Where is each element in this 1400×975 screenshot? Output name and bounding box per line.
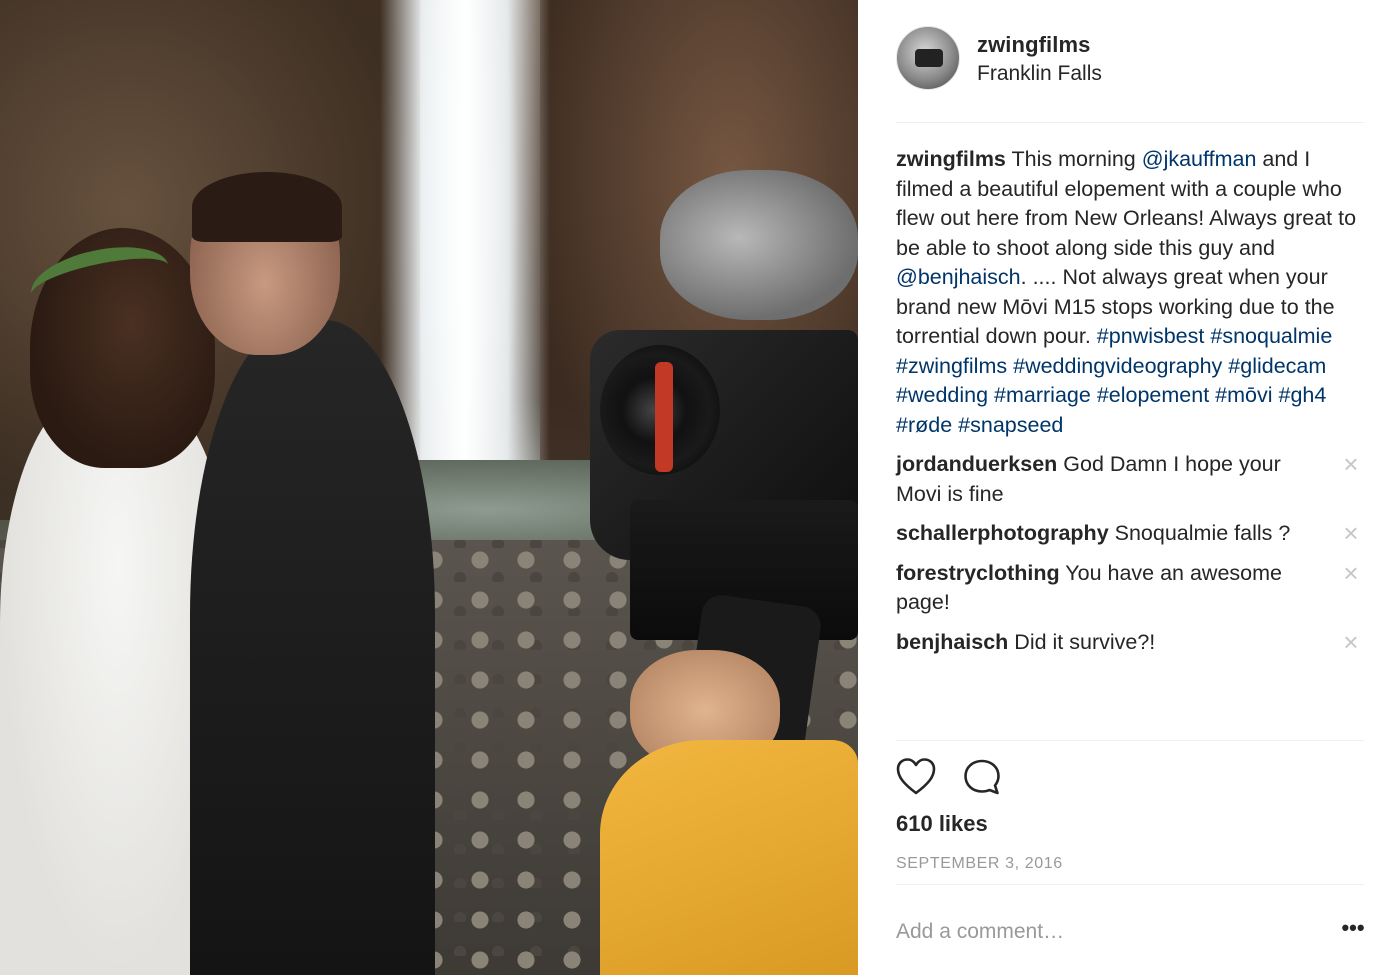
comments-divider	[896, 740, 1364, 741]
caption-link[interactable]: #snapseed	[958, 413, 1063, 437]
caption-link[interactable]: #marriage	[994, 383, 1091, 407]
caption-username[interactable]: zwingfilms	[896, 147, 1006, 171]
comment-username[interactable]: schallerphotography	[896, 521, 1109, 545]
caption-link[interactable]: #zwingfilms	[896, 354, 1007, 378]
caption-link[interactable]: #glidecam	[1228, 354, 1326, 378]
post-date: SEPTEMBER 3, 2016	[896, 855, 1063, 872]
caption-text: This morning	[1011, 147, 1142, 171]
comment-username[interactable]: benjhaisch	[896, 630, 1008, 654]
comment-bubble-icon[interactable]	[962, 758, 1002, 796]
caption-link[interactable]: #røde	[896, 413, 952, 437]
close-icon[interactable]: ×	[1338, 451, 1364, 478]
caption-link[interactable]: #elopement	[1097, 383, 1209, 407]
comment-item: benjhaisch Did it survive?! ×	[896, 628, 1366, 658]
lens-ring	[655, 362, 673, 472]
yellow-jacket-sleeve	[600, 740, 858, 975]
avatar[interactable]	[896, 26, 960, 90]
comment-thread: jordanduerksen God Damn I hope your Movi…	[896, 450, 1366, 657]
header-divider	[896, 122, 1364, 123]
post-header: zwingfilms Franklin Falls	[896, 22, 1364, 122]
add-comment-input[interactable]	[896, 917, 1316, 947]
more-options-icon[interactable]: •••	[1338, 915, 1368, 945]
action-bar	[896, 758, 1366, 798]
comment-username[interactable]: forestryclothing	[896, 561, 1060, 585]
comment-text: Snoqualmie falls ?	[1108, 521, 1291, 545]
comment-text: Did it survive?!	[1008, 629, 1156, 654]
comment-item: schallerphotography Snoqualmie falls ? ×	[896, 519, 1366, 549]
post-sidebar: zwingfilms Franklin Falls zwingfilms Thi…	[858, 0, 1400, 975]
groom-suit	[190, 320, 435, 975]
close-icon[interactable]: ×	[1338, 560, 1364, 587]
post-caption: zwingfilms This morning @jkauffman and I…	[896, 145, 1366, 440]
shotgun-mic-windscreen	[660, 170, 858, 320]
caption-link[interactable]: #pnwisbest	[1097, 324, 1205, 348]
caption-link[interactable]: @benjhaisch	[896, 265, 1021, 289]
caption-link[interactable]: #snoqualmie	[1210, 324, 1332, 348]
footer-divider	[896, 884, 1364, 885]
caption-link[interactable]: #wedding	[896, 383, 988, 407]
caption-link[interactable]: #gh4	[1279, 383, 1327, 407]
caption-link[interactable]: #weddingvideography	[1013, 354, 1222, 378]
post-photo[interactable]	[0, 0, 858, 975]
caption-link[interactable]: #mōvi	[1215, 383, 1272, 407]
likes-count[interactable]: 610 likes	[896, 811, 988, 837]
comment-username[interactable]: jordanduerksen	[896, 452, 1057, 476]
heart-icon[interactable]	[896, 758, 936, 796]
comment-item: forestryclothing You have an awesome pag…	[896, 559, 1366, 618]
waterfall	[380, 0, 550, 480]
header-location[interactable]: Franklin Falls	[977, 62, 1102, 86]
close-icon[interactable]: ×	[1338, 629, 1364, 656]
header-username[interactable]: zwingfilms	[977, 32, 1090, 58]
close-icon[interactable]: ×	[1338, 520, 1364, 547]
groom-hair	[192, 172, 342, 242]
caption-link[interactable]: @jkauffman	[1142, 147, 1257, 171]
comments-list: zwingfilms This morning @jkauffman and I…	[896, 145, 1366, 657]
comment-item: jordanduerksen God Damn I hope your Movi…	[896, 450, 1366, 509]
